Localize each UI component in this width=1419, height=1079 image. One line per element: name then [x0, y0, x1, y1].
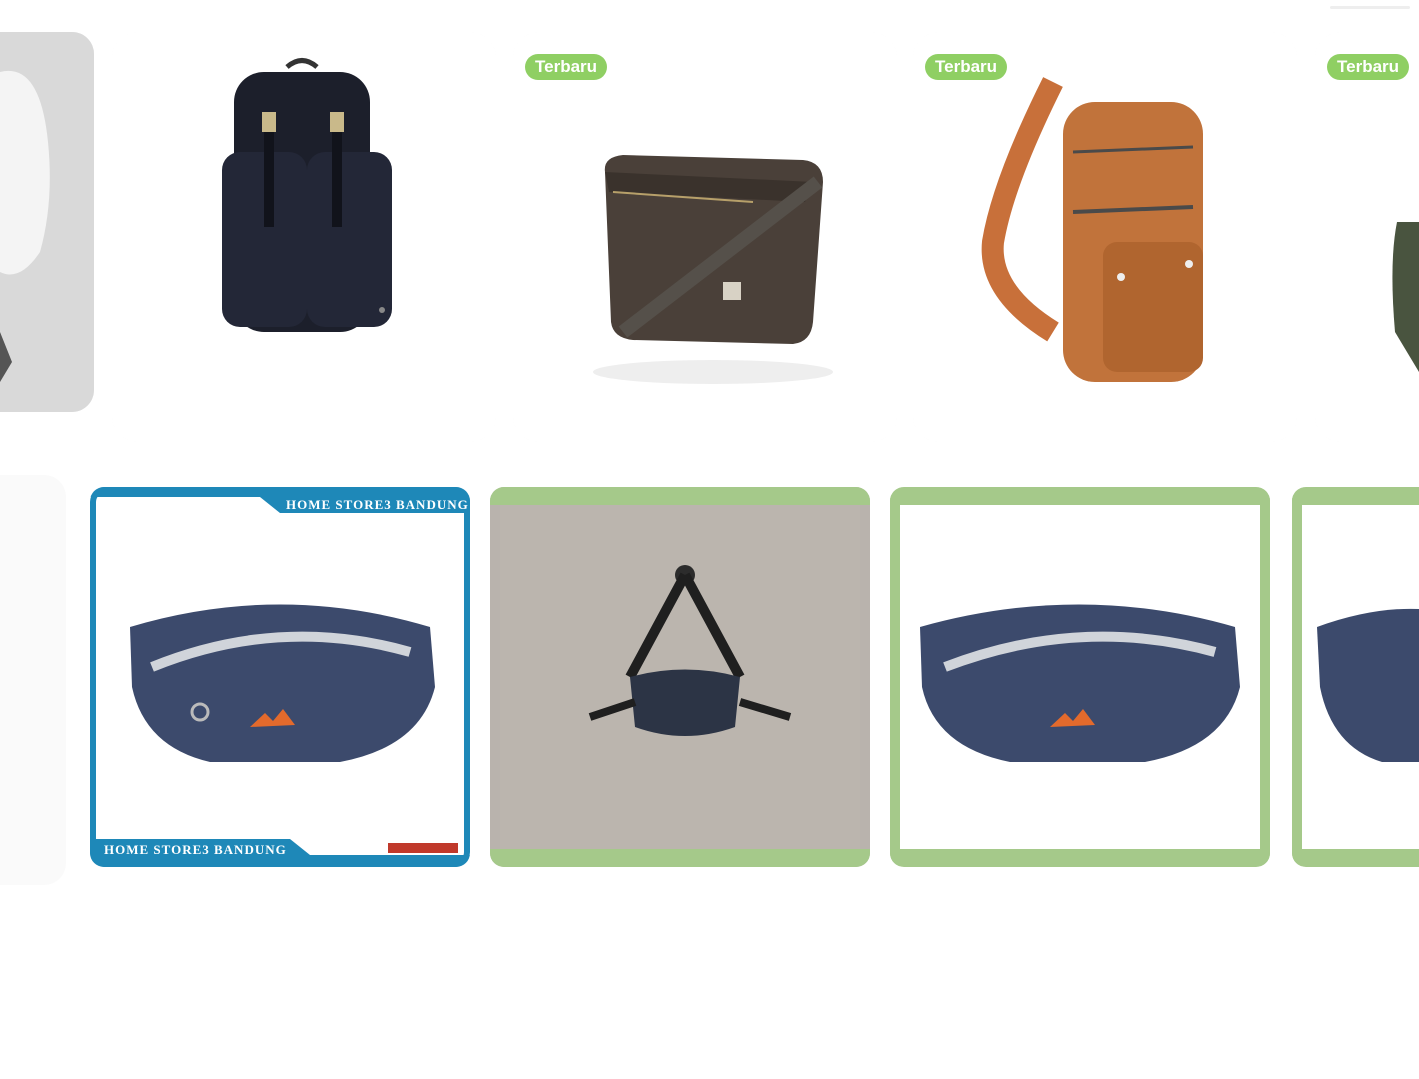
badge-terbaru: Terbaru [525, 54, 608, 80]
product-card-waist-bag-green[interactable] [890, 487, 1270, 867]
badge-terbaru: Terbaru [1327, 54, 1410, 80]
product-card-waist-bag-blue[interactable]: HOME STORE3 BANDUNG HOME STORE3 BANDUNG [90, 487, 470, 867]
waist-bag-partial-image [1292, 487, 1419, 867]
product-card-messenger-bag[interactable]: Terbaru [513, 32, 897, 442]
white-product-image [0, 32, 94, 412]
product-card-sling-bag[interactable]: Terbaru [913, 32, 1297, 442]
messenger-bag-image [593, 155, 833, 384]
top-divider [1330, 6, 1410, 9]
frame-label-top: HOME STORE3 BANDUNG [286, 497, 469, 512]
waist-bag-blue-frame-image [90, 487, 470, 867]
black-backpack-image [222, 58, 392, 332]
product-card-partial-right[interactable]: Terbaru [1315, 32, 1419, 442]
waist-bag-hook-image [490, 487, 870, 867]
product-card-waist-bag-partial[interactable] [1292, 487, 1419, 867]
waist-bag-green-frame-image [890, 487, 1270, 867]
product-card-black-backpack[interactable] [112, 32, 496, 442]
green-bag-image [1392, 222, 1419, 372]
product-card-waist-bag-hook[interactable] [490, 487, 870, 867]
badge-terbaru: Terbaru [925, 54, 1008, 80]
product-card-partial-left-row2[interactable] [0, 475, 66, 885]
sling-bag-image [981, 77, 1203, 382]
product-card-partial-left[interactable] [0, 32, 94, 412]
frame-label-bottom: HOME STORE3 BANDUNG [104, 842, 287, 857]
